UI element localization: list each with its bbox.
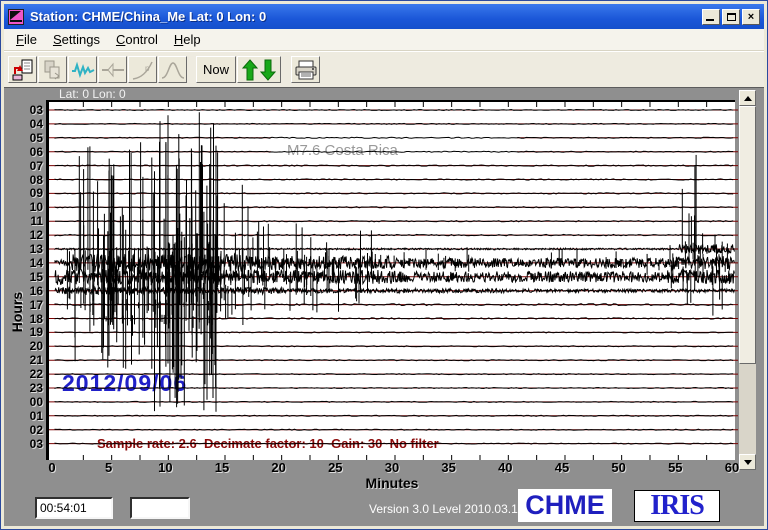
gaussian-icon bbox=[161, 59, 185, 81]
gaussian-button[interactable] bbox=[158, 56, 187, 83]
filter-icon bbox=[101, 59, 125, 81]
hour-label: 08 bbox=[6, 173, 43, 187]
plot-header-label: Lat: 0 Lon: 0 bbox=[59, 87, 126, 101]
hour-label: 22 bbox=[6, 367, 43, 381]
menu-settings[interactable]: Settings bbox=[45, 30, 108, 49]
window-title: Station: CHME/China_Me Lat: 0 Lon: 0 bbox=[30, 9, 266, 24]
response-curve-icon: p bbox=[131, 59, 155, 81]
close-button[interactable]: × bbox=[742, 9, 760, 25]
scrollbar-thumb[interactable] bbox=[739, 106, 756, 364]
waveform-button[interactable] bbox=[68, 56, 97, 83]
filter-button[interactable] bbox=[98, 56, 127, 83]
minute-tick-label: 15 bbox=[215, 460, 229, 475]
version-label: Version 3.0 Level 2010.03.16 bbox=[369, 502, 524, 516]
scroll-up-icon bbox=[744, 96, 752, 101]
hour-label: 06 bbox=[6, 145, 43, 159]
minute-tick-label: 45 bbox=[555, 460, 569, 475]
menu-help[interactable]: Help bbox=[166, 30, 209, 49]
station-code-label: CHME bbox=[518, 489, 612, 522]
clock-display: 00:54:01 bbox=[35, 497, 113, 519]
event-annotation-text: M7.6 Costa Rica bbox=[271, 142, 398, 159]
minute-tick-label: 50 bbox=[611, 460, 625, 475]
printer-icon bbox=[294, 59, 318, 81]
station-app-icon bbox=[8, 9, 24, 25]
hour-label: 09 bbox=[6, 186, 43, 200]
hour-label: 02 bbox=[6, 423, 43, 437]
hour-label: 21 bbox=[6, 353, 43, 367]
open-file-icon bbox=[12, 59, 34, 81]
scroll-down-icon bbox=[744, 460, 752, 465]
hour-label: 07 bbox=[6, 159, 43, 173]
hour-label: 00 bbox=[6, 395, 43, 409]
hour-label: 23 bbox=[6, 381, 43, 395]
minute-tick-label: 25 bbox=[328, 460, 342, 475]
hour-label: 19 bbox=[6, 325, 43, 339]
menu-control[interactable]: Control bbox=[108, 30, 166, 49]
minute-tick-label: 30 bbox=[385, 460, 399, 475]
date-label: 2012/09/06 bbox=[62, 370, 187, 397]
up-down-arrows-icon bbox=[241, 58, 277, 82]
vertical-scrollbar[interactable] bbox=[739, 90, 756, 470]
open-file-button[interactable] bbox=[8, 56, 37, 83]
minute-tick-label: 20 bbox=[271, 460, 285, 475]
copy-button[interactable] bbox=[38, 56, 67, 83]
sample-rate-status: Sample rate: 2.6 Decimate factor: 10 Gai… bbox=[97, 436, 439, 451]
response-curve-button[interactable]: p bbox=[128, 56, 157, 83]
hour-label: 18 bbox=[6, 312, 43, 326]
hour-label: 17 bbox=[6, 298, 43, 312]
seismogram-plot-area[interactable]: 2012/09/06 Sample rate: 2.6 Decimate fac… bbox=[46, 100, 735, 460]
hour-label: 03 bbox=[6, 103, 43, 117]
hour-label: 20 bbox=[6, 339, 43, 353]
status-indicator-box bbox=[130, 497, 190, 519]
hour-label: 05 bbox=[6, 131, 43, 145]
close-icon: × bbox=[748, 11, 754, 23]
scroll-up-button[interactable] bbox=[739, 90, 756, 106]
minimize-icon bbox=[706, 19, 714, 21]
minute-tick-label: 60 bbox=[725, 460, 739, 475]
hour-label: 14 bbox=[6, 256, 43, 270]
hour-label: 01 bbox=[6, 409, 43, 423]
minute-tick-label: 10 bbox=[158, 460, 172, 475]
hour-up-down-button[interactable] bbox=[237, 56, 281, 83]
hour-label: 16 bbox=[6, 284, 43, 298]
menu-file[interactable]: File bbox=[8, 30, 45, 49]
maximize-button[interactable] bbox=[722, 9, 740, 25]
iris-logo: IRIS bbox=[634, 490, 720, 522]
hour-label: 13 bbox=[6, 242, 43, 256]
maximize-icon bbox=[727, 13, 736, 21]
app-window: Station: CHME/China_Me Lat: 0 Lon: 0 × F… bbox=[0, 0, 768, 530]
minute-tick-label: 0 bbox=[48, 460, 55, 475]
hour-label: 15 bbox=[6, 270, 43, 284]
minute-tick-label: 40 bbox=[498, 460, 512, 475]
scroll-down-button[interactable] bbox=[739, 454, 756, 470]
minimize-button[interactable] bbox=[702, 9, 720, 25]
hour-label: 11 bbox=[6, 214, 43, 228]
copy-icon bbox=[42, 59, 64, 81]
hour-label: 03 bbox=[6, 437, 43, 451]
hour-label: 12 bbox=[6, 228, 43, 242]
minutes-axis-label: Minutes bbox=[366, 475, 419, 491]
toolbar: p Now bbox=[4, 51, 764, 87]
svg-text:p: p bbox=[145, 64, 150, 73]
minute-tick-label: 5 bbox=[105, 460, 112, 475]
now-button[interactable]: Now bbox=[196, 56, 236, 83]
hour-label: 04 bbox=[6, 117, 43, 131]
print-button[interactable] bbox=[291, 56, 320, 83]
waveform-icon bbox=[71, 59, 95, 81]
hour-label: 10 bbox=[6, 200, 43, 214]
title-bar: Station: CHME/China_Me Lat: 0 Lon: 0 × bbox=[4, 4, 764, 29]
event-annotation: M7.6 Costa Rica bbox=[271, 137, 517, 163]
minute-tick-label: 35 bbox=[441, 460, 455, 475]
plot-panel: Lat: 0 Lon: 0 Hours 03040506070809101112… bbox=[4, 87, 764, 526]
minute-tick-label: 55 bbox=[668, 460, 682, 475]
menu-bar: FileSettingsControlHelp bbox=[4, 29, 764, 51]
